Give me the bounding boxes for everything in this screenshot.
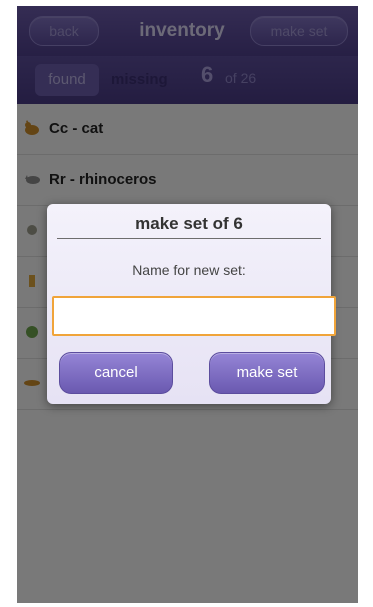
- dialog-divider: [57, 238, 321, 239]
- make-set-dialog: make set of 6 Name for new set: cancel m…: [47, 204, 336, 404]
- dialog-prompt: Name for new set:: [132, 262, 246, 278]
- set-name-input[interactable]: [52, 296, 336, 336]
- confirm-make-set-button[interactable]: make set: [209, 352, 325, 394]
- cancel-button[interactable]: cancel: [59, 352, 173, 394]
- dialog-title: make set of 6: [135, 214, 243, 233]
- app-screen: back inventory make set found missing 6 …: [17, 6, 358, 603]
